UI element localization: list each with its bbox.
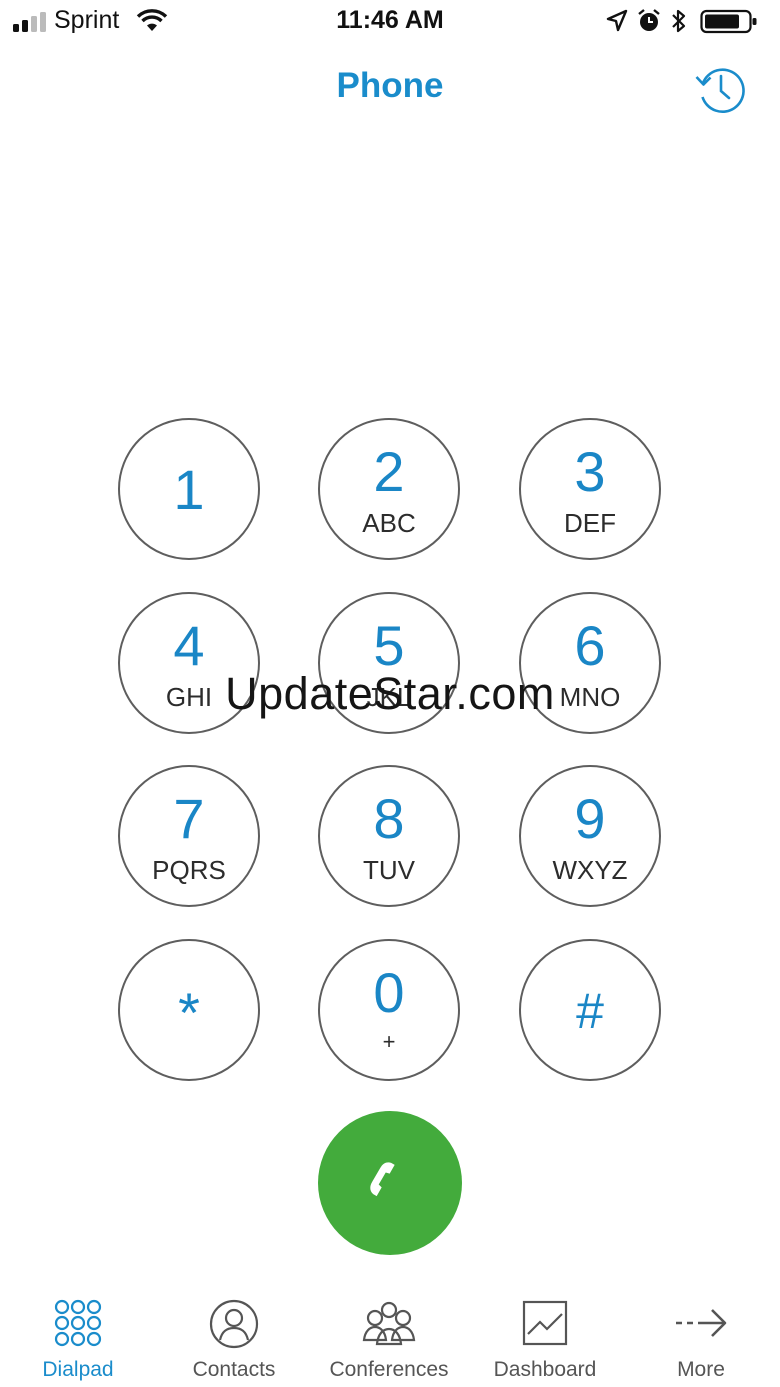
tab-dialpad[interactable]: Dialpad <box>3 1282 153 1387</box>
key-letters: JKL <box>366 682 412 712</box>
key-hash[interactable]: # <box>519 939 661 1081</box>
key-letters: TUV <box>363 855 415 885</box>
key-star[interactable]: * <box>118 939 260 1081</box>
tab-label: More <box>677 1358 725 1381</box>
phone-handset-icon <box>370 1162 395 1197</box>
dashboard-chart-icon <box>522 1300 568 1346</box>
key-letters: WXYZ <box>552 855 628 885</box>
key-7[interactable]: 7 PQRS <box>118 765 260 907</box>
tab-dashboard[interactable]: Dashboard <box>470 1282 620 1387</box>
key-letters: DEF <box>564 508 616 538</box>
tab-bar: Dialpad Contacts Conferences Dashboard M… <box>0 1282 780 1387</box>
key-digit: # <box>576 983 604 1039</box>
key-0[interactable]: 0 + <box>318 939 460 1081</box>
contact-icon <box>209 1299 259 1349</box>
key-digit: 4 <box>173 614 205 677</box>
key-letters: ABC <box>362 508 416 538</box>
key-digit: 9 <box>574 787 606 850</box>
key-letters: GHI <box>165 682 213 712</box>
tab-label: Conferences <box>329 1358 449 1381</box>
key-digit: 5 <box>373 614 405 677</box>
dialpad-icon <box>54 1299 102 1347</box>
key-4[interactable]: 4 GHI <box>118 592 260 734</box>
key-digit: 8 <box>373 787 405 850</box>
key-digit: 2 <box>373 440 405 503</box>
key-digit: 3 <box>574 440 606 503</box>
key-digit: 0 <box>373 961 405 1024</box>
tab-more[interactable]: More <box>626 1282 776 1387</box>
key-digit: 7 <box>173 787 205 850</box>
call-button[interactable] <box>318 1111 462 1255</box>
key-5[interactable]: 5 JKL <box>318 592 460 734</box>
key-9[interactable]: 9 WXYZ <box>519 765 661 907</box>
tab-label: Contacts <box>192 1358 276 1381</box>
dialpad: 1 2 ABC 3 DEF 4 GHI 5 JKL 6 MNO 7 PQRS 8… <box>0 0 780 1100</box>
key-digit: 6 <box>574 614 606 677</box>
tab-label: Dashboard <box>493 1358 597 1381</box>
key-1[interactable]: 1 <box>118 418 260 560</box>
key-2[interactable]: 2 ABC <box>318 418 460 560</box>
key-letters: MNO <box>559 682 621 712</box>
conference-icon <box>362 1301 416 1346</box>
key-digit: * <box>178 981 200 1044</box>
tab-conferences[interactable]: Conferences <box>314 1282 464 1387</box>
tab-contacts[interactable]: Contacts <box>159 1282 309 1387</box>
key-6[interactable]: 6 MNO <box>519 592 661 734</box>
tab-label: Dialpad <box>42 1358 114 1381</box>
key-letters: PQRS <box>152 855 226 885</box>
key-8[interactable]: 8 TUV <box>318 765 460 907</box>
key-digit: 1 <box>173 458 205 521</box>
key-letters: + <box>382 1029 396 1054</box>
key-3[interactable]: 3 DEF <box>519 418 661 560</box>
arrow-more-icon <box>676 1309 727 1337</box>
